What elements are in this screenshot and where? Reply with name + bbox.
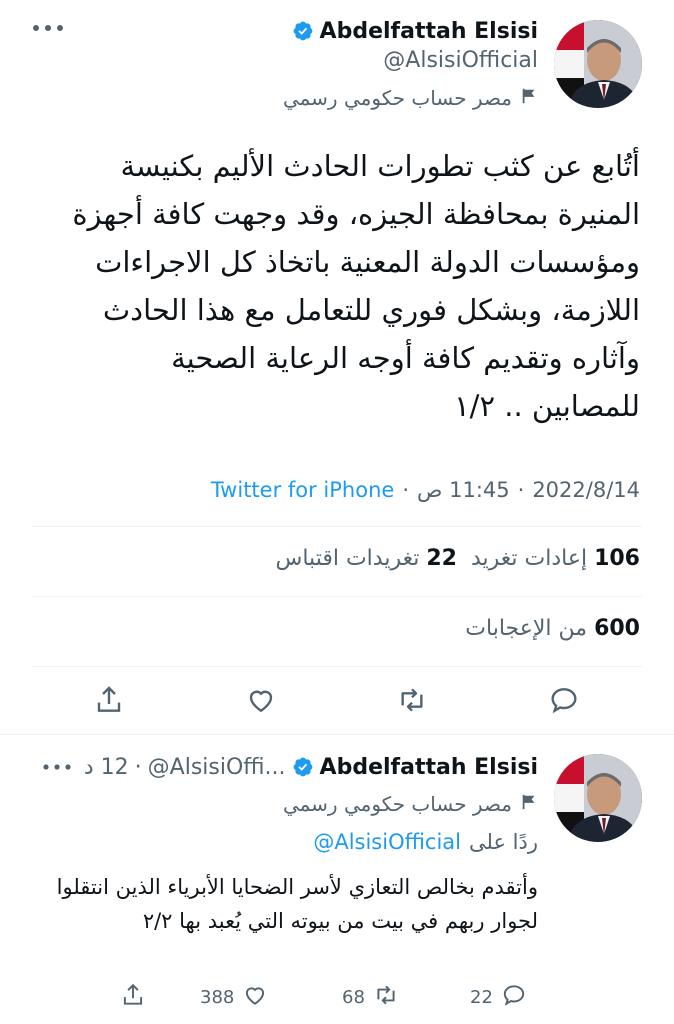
reply-header: 12 د · @AlsisiOffi... Abdelfattah Elsisi (42, 752, 538, 782)
avatar[interactable] (554, 20, 642, 108)
verified-badge-icon (292, 20, 314, 42)
user-handle[interactable]: @AlsisiOfficial (383, 48, 538, 73)
flag-icon (520, 792, 538, 816)
tweet-meta: Twitter for iPhone · 11:45 ص · 2022/8/14 (211, 478, 640, 502)
flag-icon (520, 86, 538, 110)
meta-separator: · (402, 478, 410, 502)
meta-separator: · (517, 478, 525, 502)
share-icon[interactable] (93, 684, 125, 716)
retweet-icon[interactable] (396, 684, 428, 716)
tweet-time[interactable]: 11:45 ص (417, 478, 510, 502)
retweets-stat[interactable]: 106 إعادات تغريد (471, 546, 640, 571)
more-options-icon[interactable] (42, 755, 72, 780)
display-name[interactable]: Abdelfattah Elsisi (292, 16, 538, 46)
quotes-stat[interactable]: 22 تغريدات اقتباس (276, 546, 457, 571)
tweet-text: أتُابع عن كثب تطورات الحادث الأليم بكنيس… (72, 149, 640, 423)
reply-display-name[interactable]: Abdelfattah Elsisi (320, 755, 538, 780)
reply-handle[interactable]: @AlsisiOffi... (148, 755, 286, 780)
tweet-source-link[interactable]: Twitter for iPhone (211, 478, 395, 502)
divider (32, 596, 642, 597)
thread-separator (0, 734, 674, 735)
reply-text: وأتقدم بخالص التعازي لأسر الضحايا الأبري… (56, 875, 538, 933)
meta-separator: · (134, 754, 142, 780)
reply-icon[interactable] (548, 684, 580, 716)
likes-stat[interactable]: 600 من الإعجابات (465, 616, 640, 641)
reply-avatar[interactable] (554, 754, 642, 842)
like-action[interactable]: 388 (200, 982, 268, 1012)
like-icon[interactable] (242, 982, 268, 1012)
verified-badge-icon (292, 756, 314, 778)
reply-age[interactable]: 12 د (84, 755, 129, 780)
retweet-action[interactable]: 68 (342, 982, 399, 1012)
divider (32, 666, 642, 667)
engagement-counts: 106 إعادات تغريد 22 تغريدات اقتباس (276, 546, 641, 571)
retweet-icon[interactable] (373, 982, 399, 1012)
share-icon[interactable] (120, 982, 146, 1012)
replying-to-link[interactable]: @AlsisiOfficial (313, 830, 461, 854)
tweet-date[interactable]: 2022/8/14 (532, 478, 640, 502)
more-options-icon[interactable] (30, 18, 66, 38)
like-icon[interactable] (245, 684, 277, 716)
divider (32, 526, 642, 527)
replying-to: ردًا على @AlsisiOfficial (313, 830, 538, 854)
reply-action[interactable]: 22 (470, 982, 527, 1012)
reply-icon[interactable] (501, 982, 527, 1012)
government-label: مصر حساب حكومي رسمي (283, 792, 538, 816)
government-label: مصر حساب حكومي رسمي (283, 86, 538, 110)
